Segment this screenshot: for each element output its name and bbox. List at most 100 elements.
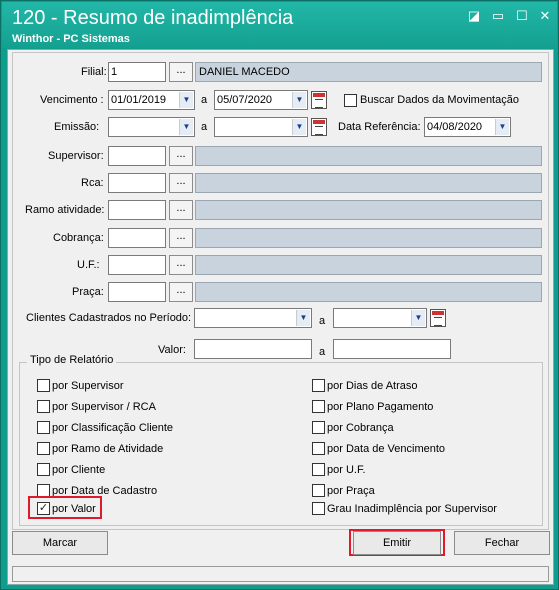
label-por-praca[interactable]: por Praça <box>327 484 375 498</box>
emissao-label: Emissão: <box>54 121 100 133</box>
label-por-cobranca[interactable]: por Cobrança <box>327 421 394 435</box>
filial-input[interactable]: 1 <box>108 62 166 82</box>
ramo-lookup-button[interactable]: ... <box>169 200 193 220</box>
filial-label: Filial: <box>81 66 107 78</box>
buscar-label[interactable]: Buscar Dados da Movimentação <box>360 93 519 107</box>
app-window: 120 - Resumo de inadimplência Winthor - … <box>0 0 559 590</box>
vencimento-from-value: 01/01/2019 <box>111 94 167 106</box>
label-por-plano-pagamento[interactable]: por Plano Pagamento <box>327 400 433 414</box>
ramo-name <box>195 200 542 220</box>
uf-name <box>195 255 542 275</box>
uf-lookup-button[interactable]: ... <box>169 255 193 275</box>
chevron-down-icon[interactable]: ▼ <box>495 119 509 135</box>
ramo-input[interactable] <box>108 200 166 220</box>
filial-name: DANIEL MACEDO <box>195 62 542 82</box>
supervisor-input[interactable] <box>108 146 166 166</box>
clientes-periodo-to-combo[interactable]: ▼ <box>333 308 427 328</box>
close-icon[interactable]: ✕ <box>535 8 555 24</box>
data-referencia-value: 04/08/2020 <box>427 121 483 133</box>
calendar-icon[interactable] <box>311 118 327 136</box>
uf-input[interactable] <box>108 255 166 275</box>
emissao-to-combo[interactable]: ▼ <box>214 117 308 137</box>
checkbox-por-data-de-vencimento[interactable] <box>312 442 325 455</box>
cobranca-input[interactable] <box>108 228 166 248</box>
supervisor-name <box>195 146 542 166</box>
label-por-supervisor[interactable]: por Supervisor <box>52 379 124 393</box>
label-por-supervisor-rca[interactable]: por Supervisor / RCA <box>52 400 156 414</box>
checkbox-por-supervisor[interactable] <box>37 379 50 392</box>
cobranca-label: Cobrança: <box>53 232 104 244</box>
vencimento-label: Vencimento : <box>40 94 104 106</box>
supervisor-lookup-button[interactable]: ... <box>169 146 193 166</box>
rca-label: Rca: <box>81 177 104 189</box>
label-por-data-de-vencimento[interactable]: por Data de Vencimento <box>327 442 445 456</box>
status-bar <box>12 566 549 582</box>
marcar-button[interactable]: Marcar <box>12 531 108 555</box>
valor-label: Valor: <box>158 344 186 356</box>
help-icon[interactable]: ◪ <box>464 8 484 24</box>
filial-lookup-button[interactable]: ... <box>169 62 193 82</box>
checkbox-por-ramo-de-atividade[interactable] <box>37 442 50 455</box>
checkbox-por-supervisor-rca[interactable] <box>37 400 50 413</box>
chevron-down-icon[interactable]: ▼ <box>411 310 425 326</box>
checkbox-por-cliente[interactable] <box>37 463 50 476</box>
clientes-periodo-sep: a <box>319 315 326 327</box>
rca-lookup-button[interactable]: ... <box>169 173 193 193</box>
praca-lookup-button[interactable]: ... <box>169 282 193 302</box>
title-bar[interactable]: 120 - Resumo de inadimplência Winthor - … <box>2 2 557 48</box>
label-por-classificacao-cliente[interactable]: por Classificação Cliente <box>52 421 173 435</box>
minimize-icon[interactable]: ▭ <box>488 8 508 24</box>
rca-input[interactable] <box>108 173 166 193</box>
checkbox-por-classificacao-cliente[interactable] <box>37 421 50 434</box>
data-referencia-combo[interactable]: 04/08/2020 ▼ <box>424 117 511 137</box>
calendar-icon[interactable] <box>311 91 327 109</box>
chevron-down-icon[interactable]: ▼ <box>292 119 306 135</box>
emitir-button[interactable]: Emitir <box>353 531 441 555</box>
window-subtitle: Winthor - PC Sistemas <box>12 33 130 45</box>
label-por-ramo-de-atividade[interactable]: por Ramo de Atividade <box>52 442 163 456</box>
uf-label: U.F.: <box>77 259 100 271</box>
valor-to-input[interactable] <box>333 339 451 359</box>
data-referencia-label: Data Referência: <box>338 121 421 133</box>
praca-label: Praça: <box>72 286 104 298</box>
checkbox-por-plano-pagamento[interactable] <box>312 400 325 413</box>
label-por-cliente[interactable]: por Cliente <box>52 463 105 477</box>
checkbox-por-uf[interactable] <box>312 463 325 476</box>
filters-panel: Filial: 1 ... DANIEL MACEDO Vencimento :… <box>12 52 549 530</box>
vencimento-from-combo[interactable]: 01/01/2019 ▼ <box>108 90 195 110</box>
chevron-down-icon[interactable]: ▼ <box>179 92 193 108</box>
checkbox-por-dias-de-atraso[interactable] <box>312 379 325 392</box>
label-por-valor[interactable]: por Valor <box>52 502 96 516</box>
window-title: 120 - Resumo de inadimplência <box>12 7 294 29</box>
vencimento-to-value: 05/07/2020 <box>217 94 273 106</box>
label-por-uf[interactable]: por U.F. <box>327 463 366 477</box>
client-area: Filial: 1 ... DANIEL MACEDO Vencimento :… <box>7 49 554 585</box>
clientes-periodo-label: Clientes Cadastrados no Período: <box>26 312 192 324</box>
chevron-down-icon[interactable]: ▼ <box>292 92 306 108</box>
emissao-sep: a <box>201 121 208 133</box>
label-grau-inadimplencia[interactable]: Grau Inadimplência por Supervisor <box>327 502 497 516</box>
buscar-checkbox[interactable] <box>344 94 357 107</box>
checkbox-grau-inadimplencia[interactable] <box>312 502 325 515</box>
valor-sep: a <box>319 346 326 358</box>
emissao-from-combo[interactable]: ▼ <box>108 117 195 137</box>
ramo-label: Ramo atividade: <box>25 204 105 216</box>
vencimento-to-combo[interactable]: 05/07/2020 ▼ <box>214 90 308 110</box>
supervisor-label: Supervisor: <box>48 150 104 162</box>
clientes-periodo-from-combo[interactable]: ▼ <box>194 308 312 328</box>
checkbox-por-praca[interactable] <box>312 484 325 497</box>
checkbox-por-cobranca[interactable] <box>312 421 325 434</box>
cobranca-name <box>195 228 542 248</box>
chevron-down-icon[interactable]: ▼ <box>179 119 193 135</box>
fechar-button[interactable]: Fechar <box>454 531 550 555</box>
praca-input[interactable] <box>108 282 166 302</box>
checkbox-por-valor[interactable]: ✓ <box>37 502 50 515</box>
vencimento-sep: a <box>201 94 208 106</box>
label-por-dias-de-atraso[interactable]: por Dias de Atraso <box>327 379 418 393</box>
valor-from-input[interactable] <box>194 339 312 359</box>
chevron-down-icon[interactable]: ▼ <box>296 310 310 326</box>
cobranca-lookup-button[interactable]: ... <box>169 228 193 248</box>
calendar-icon[interactable] <box>430 309 446 327</box>
rca-name <box>195 173 542 193</box>
maximize-icon[interactable]: ☐ <box>512 8 532 24</box>
